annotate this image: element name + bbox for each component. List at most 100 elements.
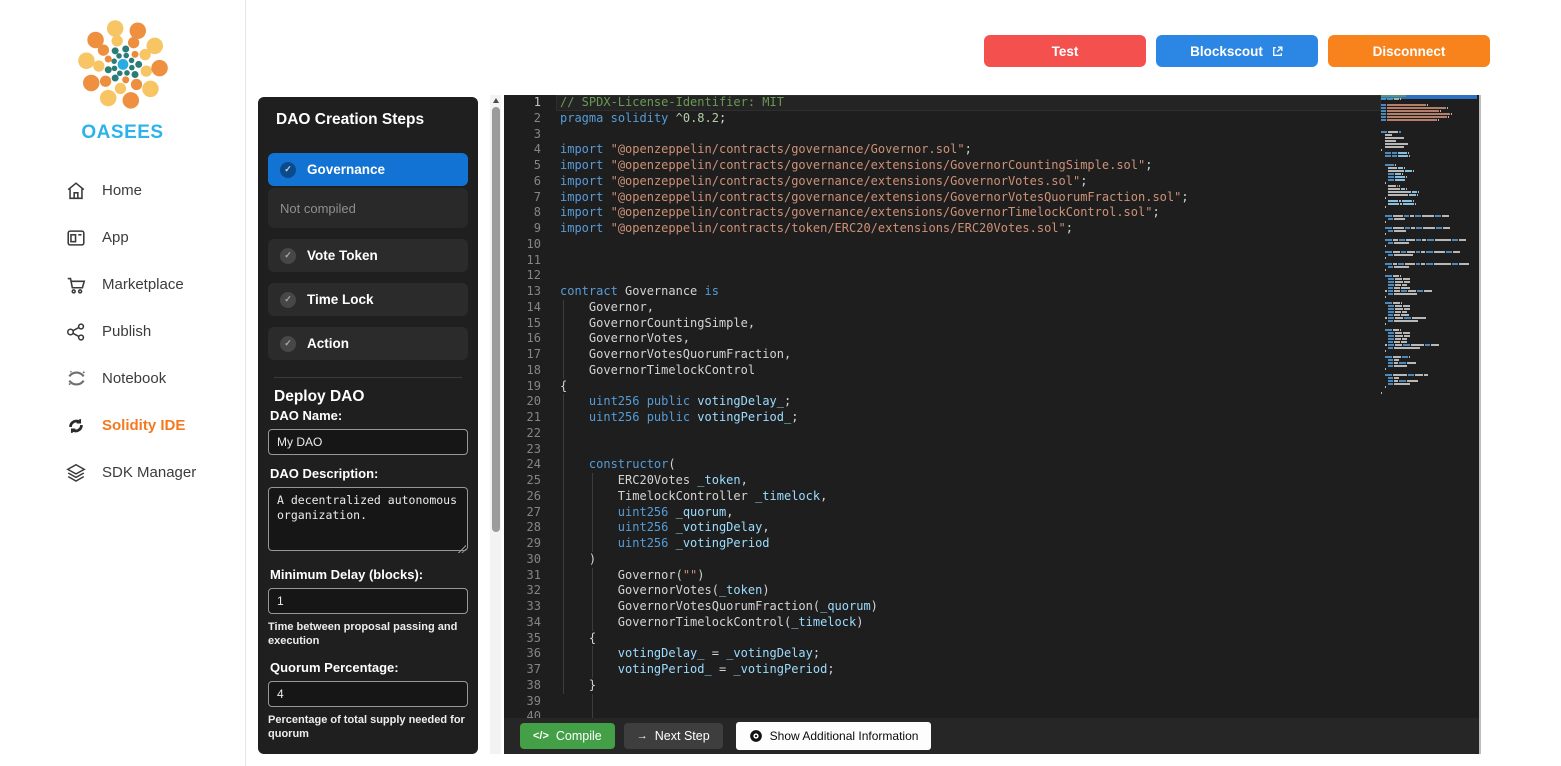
line-number: 11 [526,252,541,267]
code-line[interactable]: GovernorCountingSimple, [556,315,1381,332]
test-button[interactable]: Test [984,35,1146,67]
dao-description-textarea[interactable] [268,487,468,551]
indent-guide [591,488,593,505]
code-line[interactable]: GovernorVotes, [556,331,1381,347]
panel-scrollbar[interactable] [490,95,501,754]
code-line[interactable]: Governor, [556,299,1381,316]
sidebar-item-label: App [102,229,129,246]
code-line[interactable]: import "@openzeppelin/contracts/governan… [556,158,1381,174]
layers-icon [64,461,88,485]
eye-icon [749,729,763,743]
line-number: 38 [526,677,541,692]
code-line[interactable]: uint256 public votingDelay_; [556,394,1381,410]
sidebar-item-home[interactable]: Home [0,167,245,214]
line-number: 27 [526,504,541,519]
indent-guide [563,646,564,662]
arrow-right-icon: → [636,730,648,742]
editor-code-area[interactable]: // SPDX-License-Identifier: MIT pragma so… [556,95,1381,718]
sidebar-item-sdk-manager[interactable]: SDK Manager [0,449,245,496]
sidebar-item-solidity-ide[interactable]: Solidity IDE [0,402,245,449]
indent-guide [563,536,564,552]
code-line[interactable] [556,693,1381,710]
line-number: 5 [533,158,541,172]
line-number: 30 [526,551,541,566]
line-number: 25 [526,473,541,487]
line-number: 8 [533,205,541,220]
editor-minimap[interactable] [1381,95,1477,718]
code-line[interactable] [556,253,1381,269]
sidebar-item-publish[interactable]: Publish [0,308,245,355]
code-line[interactable]: pragma solidity ^0.8.2; [556,111,1381,127]
scrollbar-thumb[interactable] [491,107,500,532]
code-line[interactable]: uint256 public votingPeriod_; [556,410,1381,426]
code-line[interactable]: // SPDX-License-Identifier: MIT [556,95,1381,111]
cart-icon [64,273,88,297]
field-label: Minimum Delay (blocks): [270,567,424,582]
code-line[interactable]: import "@openzeppelin/contracts/governan… [556,190,1381,206]
code-line[interactable] [556,441,1381,458]
code-line[interactable]: GovernorTimelockControl(_timelock) [556,614,1381,631]
code-line[interactable] [556,709,1381,718]
code-line[interactable]: ) [556,551,1381,568]
indent-guide [591,693,593,710]
sidebar-item-marketplace[interactable]: Marketplace [0,261,245,308]
disconnect-button[interactable]: Disconnect [1328,35,1490,67]
code-line[interactable]: ERC20Votes _token, [556,473,1381,489]
code-line[interactable]: import "@openzeppelin/contracts/governan… [556,142,1381,158]
indent-guide [563,394,564,410]
check-circle-icon: ✓ [280,291,296,308]
code-line[interactable]: uint256 _votingDelay, [556,520,1381,536]
indent-guide [563,362,564,379]
code-line[interactable]: GovernorTimelockControl [556,362,1381,379]
quorum-percentage-input[interactable] [268,680,468,707]
indent-guide [563,567,564,584]
line-number: 10 [526,236,541,251]
step-time-lock[interactable]: ✓ Time Lock [268,283,468,316]
code-line[interactable]: GovernorVotesQuorumFraction(_quorum) [556,599,1381,615]
line-number: 36 [526,646,541,661]
step-vote-token[interactable]: ✓ Vote Token [268,239,468,272]
code-line[interactable]: TimelockController _timelock, [556,488,1381,505]
blockscout-button[interactable]: Blockscout [1156,35,1318,67]
code-editor[interactable]: 1 2 3 4 5 6 7 8 9 10 11 12 13 14 15 16 17 18 19 20 21 22 23 24 2… [504,95,1479,718]
code-line[interactable]: votingPeriod_ = _votingPeriod; [556,662,1381,678]
step-action[interactable]: ✓ Action [268,327,468,360]
code-line[interactable]: } [556,677,1381,694]
indent-guide [563,473,564,489]
line-number: 15 [526,315,541,330]
code-line[interactable]: votingDelay_ = _votingDelay; [556,646,1381,662]
code-line[interactable]: uint256 _quorum, [556,504,1381,521]
code-line[interactable]: { [556,379,1381,395]
dao-name-input[interactable] [268,429,468,455]
code-line[interactable]: GovernorVotesQuorumFraction, [556,347,1381,363]
code-line[interactable]: import "@openzeppelin/contracts/governan… [556,174,1381,190]
sidebar-item-notebook[interactable]: Notebook [0,355,245,402]
code-line[interactable]: { [556,630,1381,647]
line-number: 19 [526,378,541,393]
code-line[interactable] [556,127,1381,143]
compile-button[interactable]: </> Compile [520,723,615,749]
code-line[interactable]: GovernorVotes(_token) [556,583,1381,599]
code-line[interactable]: contract Governance is [556,284,1381,300]
solidity-ide-page: OASEES Home App Marketplace Publish Notebook… [0,0,1561,766]
code-line[interactable] [556,237,1381,253]
scrollbar-up-arrow-icon[interactable] [492,98,499,103]
indent-guide [563,410,564,426]
code-line[interactable]: import "@openzeppelin/contracts/governan… [556,205,1381,221]
next-step-button[interactable]: → Next Step [623,723,723,749]
indent-guide [591,536,593,552]
code-line[interactable] [556,425,1381,442]
sidebar-item-app[interactable]: App [0,214,245,261]
code-line[interactable]: import "@openzeppelin/contracts/token/ER… [556,221,1381,237]
line-number: 4 [533,142,541,157]
line-number: 2 [533,110,541,125]
indent-guide [563,488,564,505]
minimum-delay-blocks-input[interactable] [268,588,468,614]
code-line[interactable]: uint256 _votingPeriod [556,536,1381,552]
code-line[interactable] [556,268,1381,284]
show-additional-info-button[interactable]: Show Additional Information [735,722,932,750]
step-governance[interactable]: ✓ Governance [268,153,468,186]
code-line[interactable]: Governor("") [556,567,1381,584]
code-line[interactable]: constructor( [556,457,1381,473]
check-circle-icon: ✓ [280,247,296,264]
